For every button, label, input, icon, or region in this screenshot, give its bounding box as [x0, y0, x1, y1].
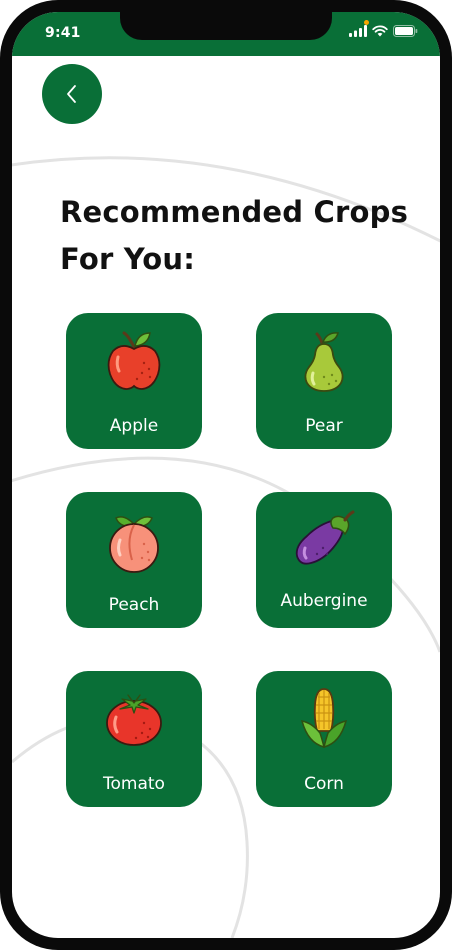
crop-card-aubergine[interactable]: Aubergine: [256, 492, 392, 628]
status-bar: 9:41: [12, 12, 440, 56]
crop-label: Pear: [305, 416, 343, 436]
notch: [120, 12, 332, 40]
crop-label: Corn: [304, 774, 344, 794]
crop-card-peach[interactable]: Peach: [66, 492, 202, 628]
apple-icon: [107, 331, 161, 390]
crop-card-corn[interactable]: Corn: [256, 671, 392, 807]
wifi-icon: [372, 25, 388, 37]
crop-card-pear[interactable]: Pear: [256, 313, 392, 449]
pear-icon: [304, 332, 344, 392]
peach-icon: [109, 516, 159, 573]
crop-card-tomato[interactable]: Tomato: [66, 671, 202, 807]
phone-frame: 9:41 Recommended Crops For You: Apple Pe…: [0, 0, 452, 950]
back-button[interactable]: [42, 64, 102, 124]
crop-label: Apple: [109, 416, 159, 436]
battery-icon: [393, 25, 418, 37]
crop-label: Aubergine: [280, 591, 368, 611]
crop-label: Peach: [108, 595, 160, 615]
crop-card-apple[interactable]: Apple: [66, 313, 202, 449]
tomato-icon: [106, 694, 162, 746]
corn-icon: [300, 688, 348, 749]
aubergine-icon: [295, 510, 355, 565]
chevron-left-icon: [67, 85, 76, 103]
crop-label: Tomato: [103, 774, 165, 794]
status-time: 9:41: [45, 25, 81, 41]
signal-icon: [349, 25, 367, 37]
status-icons: [349, 25, 418, 37]
app-screen: 9:41 Recommended Crops For You: Apple Pe…: [12, 12, 440, 938]
page-title: Recommended Crops For You:: [60, 195, 409, 276]
